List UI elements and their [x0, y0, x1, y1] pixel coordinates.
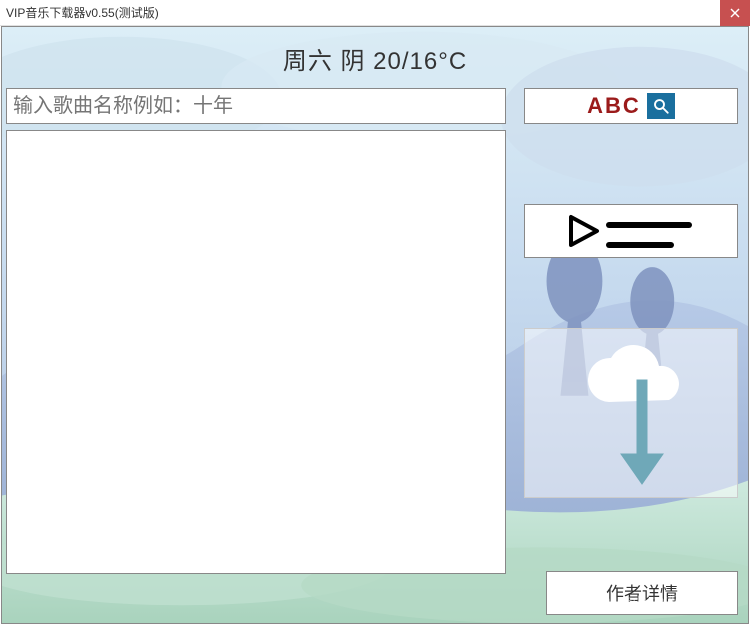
- window-title: VIP音乐下载器v0.55(测试版): [6, 4, 159, 21]
- close-button[interactable]: [720, 0, 750, 26]
- app-body: 周六 阴 20/16°C ABC: [1, 26, 749, 624]
- download-button[interactable]: [524, 328, 738, 498]
- search-icon: [647, 93, 675, 119]
- results-list[interactable]: [6, 130, 506, 574]
- play-icon: [561, 209, 701, 253]
- author-info-button[interactable]: 作者详情: [546, 571, 738, 615]
- right-column: ABC: [524, 88, 738, 574]
- song-search-input[interactable]: [6, 88, 506, 124]
- play-button[interactable]: [524, 204, 738, 258]
- left-column: [6, 88, 506, 574]
- abc-label: ABC: [587, 93, 641, 119]
- titlebar: VIP音乐下载器v0.55(测试版): [0, 0, 750, 26]
- main-area: ABC: [2, 88, 748, 574]
- cloud-download-icon: [571, 338, 691, 488]
- spelling-search-button[interactable]: ABC: [524, 88, 738, 124]
- close-icon: [730, 8, 740, 18]
- weather-header: 周六 阴 20/16°C: [2, 27, 748, 88]
- author-info-label: 作者详情: [606, 580, 678, 606]
